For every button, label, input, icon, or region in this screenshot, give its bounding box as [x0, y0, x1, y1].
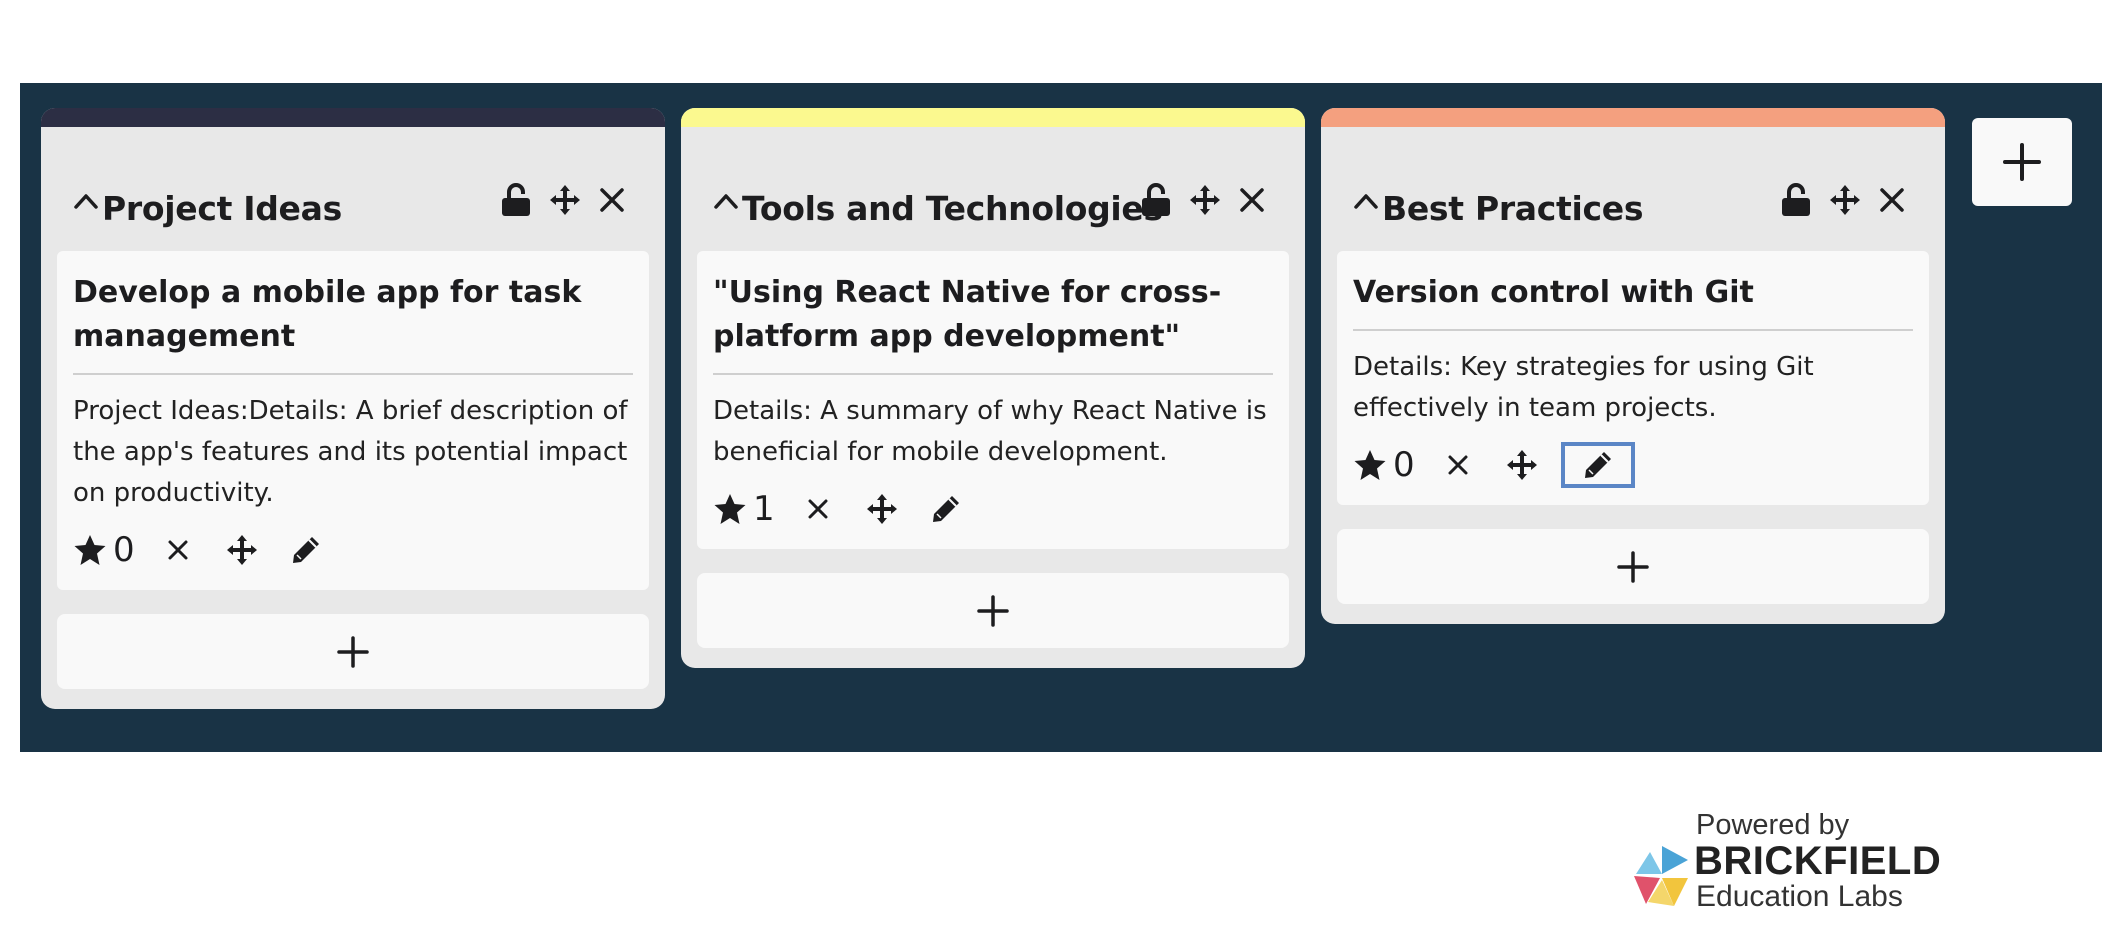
move-icon[interactable] — [225, 531, 259, 569]
pencil-icon[interactable] — [1560, 442, 1635, 488]
add-column-button[interactable] — [1972, 118, 2072, 206]
card-details: Project Ideas:Details: A brief descripti… — [73, 396, 628, 508]
close-icon[interactable] — [161, 531, 195, 569]
star-rating[interactable]: 1 — [713, 487, 775, 531]
star-rating[interactable]: 0 — [73, 528, 135, 572]
card: Develop a mobile app for task management… — [57, 251, 649, 590]
unlock-icon[interactable] — [1141, 183, 1171, 217]
close-icon[interactable] — [1441, 446, 1475, 484]
card-details: Details: Key strategies for using Git ef… — [1353, 352, 1814, 423]
close-icon[interactable] — [801, 490, 835, 528]
column-header: Best Practices — [1321, 127, 1945, 251]
card-actions: 1 — [713, 487, 1273, 531]
column-project-ideas: Project Ideas Develop a mobile app for t… — [41, 108, 665, 709]
close-icon[interactable] — [1239, 187, 1265, 213]
star-count: 1 — [753, 489, 775, 529]
card-actions: 0 — [73, 528, 633, 572]
add-card-button[interactable] — [57, 614, 649, 689]
card-actions: 0 — [1353, 442, 1913, 488]
column-title: Tools and Technologies — [742, 189, 1163, 228]
unlock-icon[interactable] — [501, 183, 531, 217]
column-title: Best Practices — [1382, 189, 1644, 228]
chevron-up-icon[interactable] — [1351, 187, 1381, 217]
plus-icon — [1617, 550, 1649, 583]
star-rating[interactable]: 0 — [1353, 443, 1415, 487]
move-icon[interactable] — [549, 184, 581, 216]
card: Version control with Git Details: Key st… — [1337, 251, 1929, 505]
close-icon[interactable] — [1879, 187, 1905, 213]
add-card-button[interactable] — [697, 573, 1289, 648]
brickfield-logo-icon — [1634, 846, 1688, 906]
close-icon[interactable] — [599, 187, 625, 213]
card-details: Details: A summary of why React Native i… — [713, 396, 1267, 467]
plus-icon — [2003, 143, 2041, 181]
pencil-icon[interactable] — [929, 490, 963, 528]
move-icon[interactable] — [1829, 184, 1861, 216]
column-title: Project Ideas — [102, 189, 342, 228]
column-color-stripe — [681, 108, 1305, 127]
move-icon[interactable] — [1189, 184, 1221, 216]
column-header: Project Ideas — [41, 127, 665, 251]
brickfield-branding[interactable]: Powered by BRICKFIELD Education Labs — [1634, 808, 1941, 913]
card-title: Develop a mobile app for task management — [73, 271, 633, 375]
column-best-practices: Best Practices Version control with Git … — [1321, 108, 1945, 624]
add-card-button[interactable] — [1337, 529, 1929, 604]
column-color-stripe — [41, 108, 665, 127]
card-title: Version control with Git — [1353, 271, 1913, 331]
plus-icon — [337, 635, 369, 668]
column-color-stripe — [1321, 108, 1945, 127]
star-icon[interactable] — [73, 534, 107, 567]
pencil-icon[interactable] — [289, 531, 323, 569]
move-icon[interactable] — [1505, 446, 1539, 484]
brand-subtitle: Education Labs — [1696, 880, 1903, 913]
move-icon[interactable] — [865, 490, 899, 528]
card: "Using React Native for cross-platform a… — [697, 251, 1289, 549]
card-title: "Using React Native for cross-platform a… — [713, 271, 1273, 375]
unlock-icon[interactable] — [1781, 183, 1811, 217]
star-icon[interactable] — [713, 493, 747, 526]
column-tools-and-technologies: Tools and Technologies "Using React Nati… — [681, 108, 1305, 668]
chevron-up-icon[interactable] — [711, 187, 741, 217]
chevron-up-icon[interactable] — [71, 187, 101, 217]
board: Project Ideas Develop a mobile app for t… — [20, 83, 2102, 752]
plus-icon — [977, 594, 1009, 627]
brand-name: BRICKFIELD — [1694, 839, 1942, 883]
column-header: Tools and Technologies — [681, 127, 1305, 251]
star-count: 0 — [1393, 445, 1415, 485]
star-count: 0 — [113, 530, 135, 570]
powered-by-text: Powered by — [1696, 809, 1850, 841]
star-icon[interactable] — [1353, 449, 1387, 482]
